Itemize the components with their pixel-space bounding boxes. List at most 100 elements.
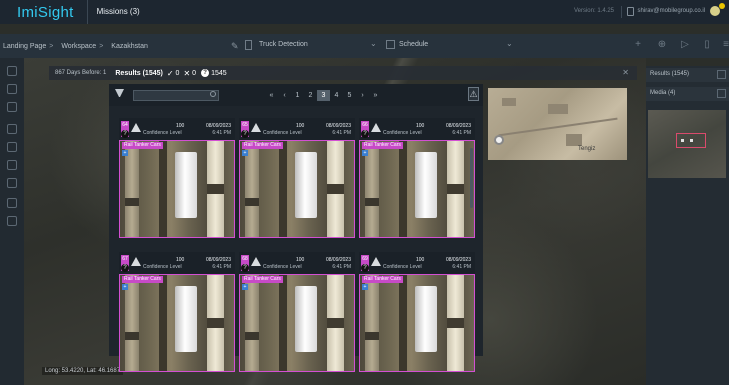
top-bar: ImiSight Missions (3) Version: 1.4.25 sh… bbox=[0, 0, 729, 24]
card-time: 6:41 PM bbox=[212, 130, 231, 136]
add-tag-icon[interactable]: + bbox=[122, 150, 128, 156]
first-page-button[interactable]: « bbox=[265, 92, 278, 99]
prev-page-button[interactable]: ‹ bbox=[278, 92, 291, 99]
detection-tag[interactable]: Rail Tanker Cars bbox=[242, 142, 283, 149]
close-icon[interactable]: ✕ bbox=[183, 69, 190, 78]
warning-icon bbox=[371, 123, 381, 132]
detection-tag[interactable]: Rail Tanker Cars bbox=[122, 276, 163, 283]
card-image[interactable]: Rail Tanker Cars + bbox=[359, 140, 475, 238]
results-bar: 867 Days Before: 1 Results (1545) ✓ 0 ✕ … bbox=[49, 66, 637, 80]
menu-icon[interactable]: ≡ bbox=[721, 39, 729, 51]
breadcrumb-workspace[interactable]: Workspace bbox=[61, 43, 96, 50]
results-panel-label: Results (1545) bbox=[650, 71, 690, 77]
notification-badge bbox=[719, 3, 725, 9]
schedule-dropdown[interactable]: Schedule bbox=[399, 41, 428, 48]
search-icon[interactable] bbox=[7, 66, 17, 76]
result-card[interactable]: 65 ? 100 Confidence Level 08/09/2023 6:4… bbox=[239, 118, 355, 238]
media-thumbnail[interactable] bbox=[648, 110, 726, 178]
card-image[interactable]: Rail Tanker Cars + bbox=[239, 274, 355, 372]
scrollbar[interactable] bbox=[470, 148, 473, 208]
question-icon[interactable]: ? bbox=[201, 69, 210, 77]
confidence-value: 100 bbox=[176, 257, 185, 263]
card-image[interactable]: Rail Tanker Cars + bbox=[359, 274, 475, 372]
map-icon[interactable] bbox=[7, 178, 17, 188]
breadcrumb-kazakhstan[interactable]: Kazakhstan bbox=[111, 43, 148, 50]
check-icon[interactable]: ✓ bbox=[167, 69, 174, 78]
detection-tag[interactable]: Rail Tanker Cars bbox=[362, 142, 403, 149]
question-icon[interactable]: ? bbox=[241, 264, 249, 272]
card-image[interactable]: Rail Tanker Cars + bbox=[119, 274, 235, 372]
result-card[interactable]: 66 ? 100 Confidence Level 08/09/2023 6:4… bbox=[359, 118, 475, 238]
search-icon[interactable] bbox=[210, 91, 216, 97]
play-icon[interactable]: ▷ bbox=[680, 39, 690, 51]
add-tag-icon[interactable]: + bbox=[242, 284, 248, 290]
chat-icon[interactable] bbox=[7, 124, 17, 134]
close-icon[interactable]: ✕ bbox=[622, 68, 629, 77]
road bbox=[498, 117, 618, 137]
card-image[interactable]: Rail Tanker Cars + bbox=[119, 140, 235, 238]
question-icon[interactable]: ? bbox=[121, 264, 129, 272]
media-panel-header[interactable]: Media (4) bbox=[646, 87, 729, 101]
grid-icon[interactable] bbox=[717, 89, 726, 98]
mini-map-label: Tengiz bbox=[578, 146, 596, 152]
result-card[interactable]: 67 ? 100 Confidence Level 08/09/2023 6:4… bbox=[119, 252, 235, 372]
user-email[interactable]: shirav@mobilegroup.co.il bbox=[638, 8, 705, 14]
add-icon[interactable]: + bbox=[633, 39, 643, 51]
upload-icon[interactable] bbox=[7, 198, 17, 208]
zoom-icon[interactable]: ⊕ bbox=[657, 39, 667, 51]
media-panel-label: Media (4) bbox=[650, 90, 676, 96]
question-icon[interactable]: ? bbox=[121, 130, 129, 138]
filter-icon[interactable] bbox=[115, 89, 124, 99]
map-block bbox=[502, 98, 516, 106]
filter-icon[interactable] bbox=[7, 84, 17, 94]
chevron-down-icon[interactable]: ⌄ bbox=[370, 39, 377, 48]
breadcrumb: Landing Page > Workspace > Kazakhstan ✎ … bbox=[0, 34, 729, 58]
page-1[interactable]: 1 bbox=[291, 92, 304, 99]
add-tag-icon[interactable]: + bbox=[122, 284, 128, 290]
search-input[interactable] bbox=[133, 90, 219, 101]
edit-icon[interactable]: ✎ bbox=[231, 41, 239, 52]
chevron-down-icon[interactable]: ⌄ bbox=[506, 39, 513, 48]
results-panel-header[interactable]: Results (1545) bbox=[646, 68, 729, 82]
add-tag-icon[interactable]: + bbox=[242, 150, 248, 156]
result-card[interactable]: 64 ? 100 Confidence Level 08/09/2023 6:4… bbox=[119, 118, 235, 238]
calendar-icon[interactable] bbox=[386, 40, 395, 49]
last-page-button[interactable]: » bbox=[369, 92, 382, 99]
page-2[interactable]: 2 bbox=[304, 92, 317, 99]
page-4[interactable]: 4 bbox=[330, 92, 343, 99]
location-pin-icon[interactable] bbox=[494, 135, 504, 145]
confidence-label: Confidence Level bbox=[143, 264, 182, 270]
results-modal: « ‹ 1 2 3 4 5 › » ⚠ 64 ? 100 Confidence … bbox=[109, 84, 483, 372]
detection-tag[interactable]: Rail Tanker Cars bbox=[122, 142, 163, 149]
card-image[interactable]: Rail Tanker Cars + bbox=[239, 140, 355, 238]
divider bbox=[621, 6, 622, 18]
next-page-button[interactable]: › bbox=[356, 92, 369, 99]
detection-tag[interactable]: Rail Tanker Cars bbox=[362, 276, 403, 283]
breadcrumb-landing-page[interactable]: Landing Page bbox=[3, 43, 46, 50]
expand-icon[interactable] bbox=[7, 216, 17, 226]
detection-dropdown[interactable]: Truck Detection bbox=[259, 41, 308, 48]
export-icon[interactable]: ▯ bbox=[702, 39, 712, 51]
lock-icon[interactable] bbox=[627, 7, 634, 16]
brand-logo[interactable]: ImiSight bbox=[17, 4, 74, 21]
add-tag-icon[interactable]: + bbox=[362, 284, 368, 290]
settings-icon[interactable] bbox=[7, 142, 17, 152]
card-time: 6:41 PM bbox=[332, 130, 351, 136]
page-5[interactable]: 5 bbox=[343, 92, 356, 99]
result-card[interactable]: 69 ? 100 Confidence Level 08/09/2023 6:4… bbox=[359, 252, 475, 372]
card-date: 08/09/2023 bbox=[445, 123, 471, 129]
question-icon[interactable]: ? bbox=[361, 130, 369, 138]
warning-icon bbox=[251, 123, 261, 132]
grid-icon[interactable] bbox=[717, 70, 726, 79]
detection-tag[interactable]: Rail Tanker Cars bbox=[242, 276, 283, 283]
clock-icon[interactable] bbox=[7, 160, 17, 170]
result-card[interactable]: 68 ? 100 Confidence Level 08/09/2023 6:4… bbox=[239, 252, 355, 372]
question-icon[interactable]: ? bbox=[361, 264, 369, 272]
question-icon[interactable]: ? bbox=[241, 130, 249, 138]
layers-icon[interactable] bbox=[7, 102, 17, 112]
add-tag-icon[interactable]: + bbox=[362, 150, 368, 156]
missions-tab[interactable]: Missions (3) bbox=[86, 0, 149, 24]
page-3-current[interactable]: 3 bbox=[317, 90, 330, 101]
mini-map[interactable]: Tengiz bbox=[488, 88, 627, 160]
warning-icon[interactable]: ⚠ bbox=[468, 87, 479, 101]
